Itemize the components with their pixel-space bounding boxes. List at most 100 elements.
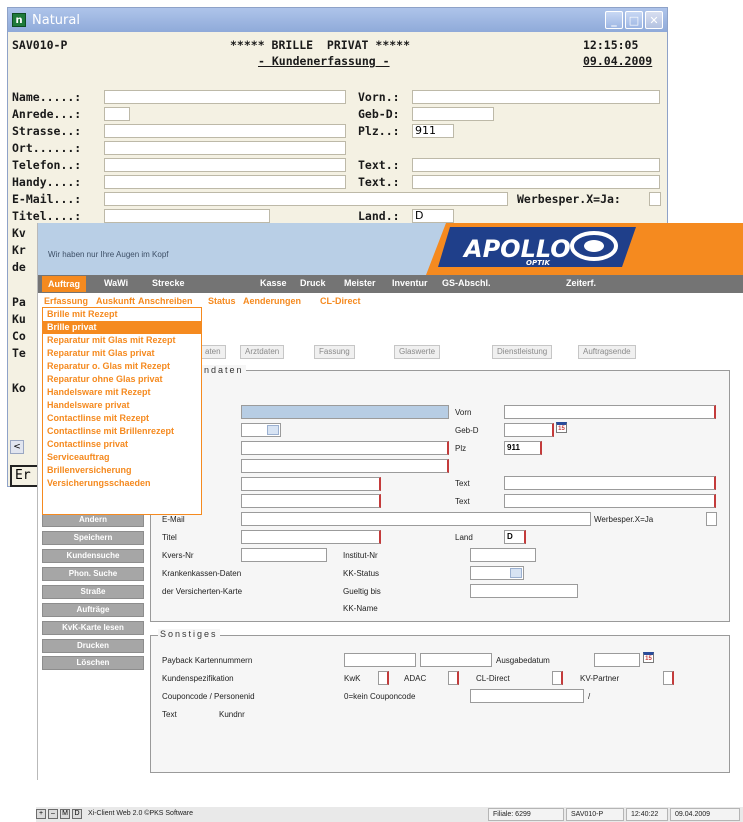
kvk-karte-lesen-button[interactable]: KvK-Karte lesen xyxy=(42,621,144,635)
titel-field[interactable] xyxy=(104,209,270,223)
submenu-aenderungen[interactable]: Aenderungen xyxy=(243,296,301,306)
dd-brille-privat[interactable]: Brille privat xyxy=(43,321,201,334)
calendar-icon[interactable]: 15 xyxy=(643,652,654,663)
plz-field[interactable]: 911 xyxy=(412,124,454,138)
speichern-button[interactable]: Speichern xyxy=(42,531,144,545)
dd-brillenversicherung[interactable]: Brillenversicherung xyxy=(43,464,201,477)
werbesperre-field[interactable] xyxy=(649,192,661,206)
anrede-field[interactable] xyxy=(104,107,130,121)
strasse-input[interactable] xyxy=(241,441,449,455)
dd-contactlinse-rezept[interactable]: Contactlinse mit Rezept xyxy=(43,412,201,425)
tab-kundendaten[interactable]: aten xyxy=(200,345,226,359)
payback-input-1[interactable] xyxy=(344,653,416,667)
telefon-input[interactable] xyxy=(241,477,381,491)
cl-direct-input[interactable] xyxy=(552,671,563,685)
text1-input[interactable] xyxy=(504,476,716,490)
submenu-anschreiben[interactable]: Anschreiben xyxy=(138,296,193,306)
werbesperre-input[interactable] xyxy=(706,512,717,526)
submenu-status[interactable]: Status xyxy=(208,296,236,306)
drucken-button[interactable]: Drucken xyxy=(42,639,144,653)
menu-meister[interactable]: Meister xyxy=(344,278,376,288)
land-field[interactable]: D xyxy=(412,209,454,223)
menu-auftrag[interactable]: Auftrag xyxy=(42,276,86,292)
phon-suche-button[interactable]: Phon. Suche xyxy=(42,567,144,581)
strasse-field[interactable] xyxy=(104,124,346,138)
dd-reparatur-o-glas-rezept[interactable]: Reparatur o. Glas mit Rezept xyxy=(43,360,201,373)
label-kein-couponcode: 0=kein Couponcode xyxy=(344,692,416,701)
dd-reparatur-glas-privat[interactable]: Reparatur mit Glas privat xyxy=(43,347,201,360)
calendar-icon[interactable]: 15 xyxy=(556,422,567,433)
payback-input-2[interactable] xyxy=(420,653,492,667)
menu-gs-abschl[interactable]: GS-Abschl. xyxy=(442,278,491,288)
submenu-erfassung[interactable]: Erfassung xyxy=(44,296,88,306)
tab-arztdaten[interactable]: Arztdaten xyxy=(240,345,285,359)
menu-wawi[interactable]: WaWi xyxy=(104,278,128,288)
menu-zeiterf[interactable]: Zeiterf. xyxy=(566,278,596,288)
adac-input[interactable] xyxy=(448,671,459,685)
geburtsdatum-input[interactable] xyxy=(504,423,554,437)
andern-button[interactable]: Andern xyxy=(42,513,144,527)
menu-druck[interactable]: Druck xyxy=(300,278,326,288)
dd-handelsware-privat[interactable]: Handelsware privat xyxy=(43,399,201,412)
kkstatus-select[interactable] xyxy=(470,566,524,580)
dd-contactlinse-brillenrezept[interactable]: Contactlinse mit Brillenrezept xyxy=(43,425,201,438)
dd-serviceauftrag[interactable]: Serviceauftrag xyxy=(43,451,201,464)
titel-input[interactable] xyxy=(241,530,381,544)
label-cl-direct: CL-Direct xyxy=(476,674,510,683)
submenu-cl-direct[interactable]: CL-Direct xyxy=(320,296,361,306)
menu-kasse[interactable]: Kasse xyxy=(260,278,287,288)
tab-auftragsende[interactable]: Auftragsende xyxy=(578,345,636,359)
m-icon[interactable]: M xyxy=(60,809,70,819)
name-input[interactable] xyxy=(241,405,449,419)
dd-reparatur-glas-rezept[interactable]: Reparatur mit Glas mit Rezept xyxy=(43,334,201,347)
auftraege-button[interactable]: Aufträge xyxy=(42,603,144,617)
submenu-auskunft[interactable]: Auskunft xyxy=(96,296,135,306)
close-button[interactable]: ✕ xyxy=(645,11,663,29)
gueltig-input[interactable] xyxy=(470,584,578,598)
terminal-er-button[interactable]: Er xyxy=(10,465,40,487)
tab-fassung[interactable]: Fassung xyxy=(314,345,355,359)
geburtsdatum-field[interactable] xyxy=(412,107,494,121)
institut-input[interactable] xyxy=(470,548,536,562)
terminal-title: Natural xyxy=(32,12,80,28)
couponcode-input[interactable] xyxy=(470,689,584,703)
ort-input[interactable] xyxy=(241,459,449,473)
minimize-button[interactable]: _ xyxy=(605,11,623,29)
loeschen-button[interactable]: Löschen xyxy=(42,656,144,670)
kundensuche-button[interactable]: Kundensuche xyxy=(42,549,144,563)
dd-versicherungsschaeden[interactable]: Versicherungsschaeden xyxy=(43,477,201,490)
kwk-input[interactable] xyxy=(378,671,389,685)
telefon-field[interactable] xyxy=(104,158,346,172)
email-input[interactable] xyxy=(241,512,591,526)
scroll-left-button[interactable]: < xyxy=(10,440,24,454)
text1-field[interactable] xyxy=(412,158,660,172)
handy-field[interactable] xyxy=(104,175,346,189)
anrede-select[interactable] xyxy=(241,423,281,437)
plz-input[interactable]: 911 xyxy=(504,441,542,455)
menu-inventur[interactable]: Inventur xyxy=(392,278,428,288)
text2-input[interactable] xyxy=(504,494,716,508)
dd-handelsware-rezept[interactable]: Handelsware mit Rezept xyxy=(43,386,201,399)
ort-field[interactable] xyxy=(104,141,346,155)
plus-icon[interactable]: + xyxy=(36,809,46,819)
text2-field[interactable] xyxy=(412,175,660,189)
land-input[interactable]: D xyxy=(504,530,526,544)
strasse-button[interactable]: Straße xyxy=(42,585,144,599)
maximize-button[interactable]: □ xyxy=(625,11,643,29)
ausgabedatum-input[interactable] xyxy=(594,653,640,667)
kv-partner-input[interactable] xyxy=(663,671,674,685)
handy-input[interactable] xyxy=(241,494,381,508)
tab-glaswerte[interactable]: Glaswerte xyxy=(394,345,441,359)
tab-dienstleistung[interactable]: Dienstleistung xyxy=(492,345,553,359)
dd-contactlinse-privat[interactable]: Contactlinse privat xyxy=(43,438,201,451)
vorname-input[interactable] xyxy=(504,405,716,419)
dd-brille-mit-rezept[interactable]: Brille mit Rezept xyxy=(43,308,201,321)
email-field[interactable] xyxy=(104,192,508,206)
kvers-input[interactable] xyxy=(241,548,327,562)
d-icon[interactable]: D xyxy=(72,809,82,819)
dd-reparatur-ohne-glas-privat[interactable]: Reparatur ohne Glas privat xyxy=(43,373,201,386)
menu-strecke[interactable]: Strecke xyxy=(152,278,185,288)
name-field[interactable] xyxy=(104,90,346,104)
minus-icon[interactable]: – xyxy=(48,809,58,819)
vorname-field[interactable] xyxy=(412,90,660,104)
